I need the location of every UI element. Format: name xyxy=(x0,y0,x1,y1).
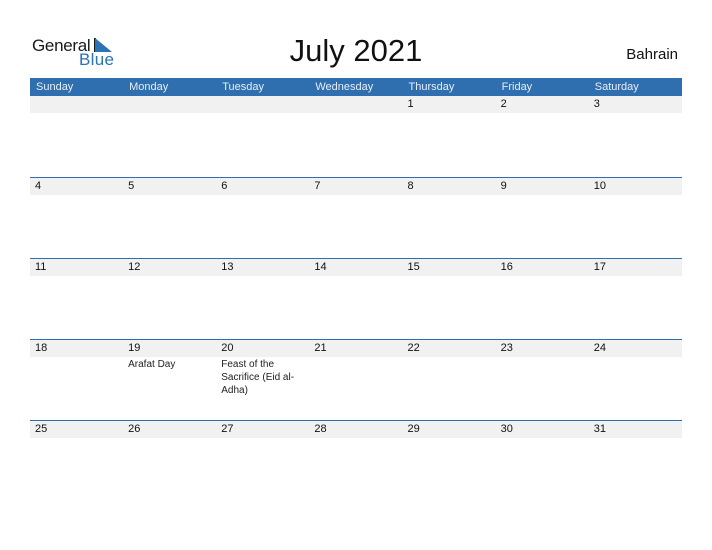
week-row: 25 26 27 28 29 30 31 xyxy=(30,420,682,502)
day-number: 15 xyxy=(407,261,420,273)
day-cell[interactable]: 24 xyxy=(589,340,682,421)
day-cell[interactable]: 9 xyxy=(496,178,589,259)
day-number: 22 xyxy=(407,342,420,354)
day-number: 8 xyxy=(407,180,414,192)
day-number: 1 xyxy=(407,98,414,110)
day-cell[interactable]: 2 xyxy=(496,96,589,177)
day-cell[interactable]: 28 xyxy=(309,421,402,502)
weekday-header: Sunday Monday Tuesday Wednesday Thursday… xyxy=(30,78,682,96)
day-number: 31 xyxy=(593,423,606,435)
holiday-label: Feast of the Sacrifice (Eid al-Adha) xyxy=(221,359,295,396)
day-number: 10 xyxy=(593,180,606,192)
day-number: 20 xyxy=(221,342,234,354)
day-cell[interactable]: 22 xyxy=(403,340,496,421)
weekday-tuesday: Tuesday xyxy=(222,81,265,93)
day-cell[interactable]: 7 xyxy=(309,178,402,259)
day-number: 23 xyxy=(500,342,513,354)
day-number: 4 xyxy=(35,180,42,192)
day-number: 25 xyxy=(35,423,48,435)
weekday-saturday: Saturday xyxy=(594,81,639,93)
day-number: 24 xyxy=(593,342,606,354)
day-cell[interactable]: 16 xyxy=(496,259,589,340)
day-cell[interactable]: 4 xyxy=(30,178,123,259)
day-cell[interactable]: 27 xyxy=(216,421,309,502)
day-number: 17 xyxy=(593,261,606,273)
day-number: 6 xyxy=(221,180,228,192)
week-cells: 4 5 6 7 8 9 10 xyxy=(30,178,682,259)
day-cell[interactable] xyxy=(309,96,402,177)
day-cell[interactable]: 30 xyxy=(496,421,589,502)
day-number: 5 xyxy=(128,180,135,192)
day-cell[interactable]: 3 xyxy=(589,96,682,177)
week-cells: 18 19 Arafat Day 20 Feast of the Sacrifice (… xyxy=(30,340,682,421)
calendar-title: July 2021 xyxy=(289,33,423,68)
day-cell[interactable]: 17 xyxy=(589,259,682,340)
day-cell[interactable]: 19 Arafat Day xyxy=(123,340,216,421)
day-number: 18 xyxy=(35,342,48,354)
day-number: 29 xyxy=(407,423,420,435)
day-number: 9 xyxy=(500,180,507,192)
day-cell[interactable]: 25 xyxy=(30,421,123,502)
day-cell[interactable]: 13 xyxy=(216,259,309,340)
holiday-label: Arafat Day xyxy=(128,359,176,370)
weekday-sunday: Sunday xyxy=(36,81,74,93)
day-cell[interactable]: 23 xyxy=(496,340,589,421)
day-number: 27 xyxy=(221,423,234,435)
day-cell[interactable]: 1 xyxy=(403,96,496,177)
day-cell[interactable]: 21 xyxy=(309,340,402,421)
week-row: 11 12 13 14 15 16 17 xyxy=(30,258,682,340)
day-cell[interactable] xyxy=(123,96,216,177)
day-cell[interactable]: 10 xyxy=(589,178,682,259)
day-cell[interactable]: 11 xyxy=(30,259,123,340)
day-number: 30 xyxy=(500,423,513,435)
day-cell[interactable]: 6 xyxy=(216,178,309,259)
day-number: 28 xyxy=(314,423,327,435)
week-cells: 1 2 3 xyxy=(30,96,682,177)
day-number: 2 xyxy=(500,98,507,110)
day-cell[interactable]: 12 xyxy=(123,259,216,340)
week-row: 18 19 Arafat Day 20 Feast of the Sacrifice (… xyxy=(30,339,682,421)
day-cell[interactable] xyxy=(216,96,309,177)
weekday-friday: Friday xyxy=(501,81,533,93)
week-cells: 25 26 27 28 29 30 31 xyxy=(30,421,682,502)
day-number: 3 xyxy=(593,98,600,110)
day-number: 13 xyxy=(221,261,234,273)
day-cell[interactable]: 15 xyxy=(403,259,496,340)
country-label: Bahrain xyxy=(626,46,678,63)
day-cell[interactable]: 18 xyxy=(30,340,123,421)
day-cell[interactable]: 31 xyxy=(589,421,682,502)
day-cell[interactable]: 14 xyxy=(309,259,402,340)
day-cell[interactable]: 29 xyxy=(403,421,496,502)
week-row: 4 5 6 7 8 9 10 xyxy=(30,177,682,259)
weekday-monday: Monday xyxy=(129,81,169,93)
day-number: 7 xyxy=(314,180,321,192)
week-cells: 11 12 13 14 15 16 17 xyxy=(30,259,682,340)
day-number: 21 xyxy=(314,342,327,354)
day-cell[interactable]: 5 xyxy=(123,178,216,259)
day-number: 16 xyxy=(500,261,513,273)
day-number: 12 xyxy=(128,261,141,273)
day-number: 19 xyxy=(128,342,141,354)
day-cell[interactable]: 26 xyxy=(123,421,216,502)
weekday-wednesday: Wednesday xyxy=(315,81,374,93)
day-cell[interactable]: 8 xyxy=(403,178,496,259)
day-number: 14 xyxy=(314,261,327,273)
day-cell[interactable]: 20 Feast of the Sacrifice (Eid al-Adha) xyxy=(216,340,309,421)
weekday-thursday: Thursday xyxy=(408,81,455,93)
day-cell[interactable] xyxy=(30,96,123,177)
day-number: 11 xyxy=(35,261,47,273)
week-row: 1 2 3 xyxy=(30,96,682,177)
day-number: 26 xyxy=(128,423,141,435)
